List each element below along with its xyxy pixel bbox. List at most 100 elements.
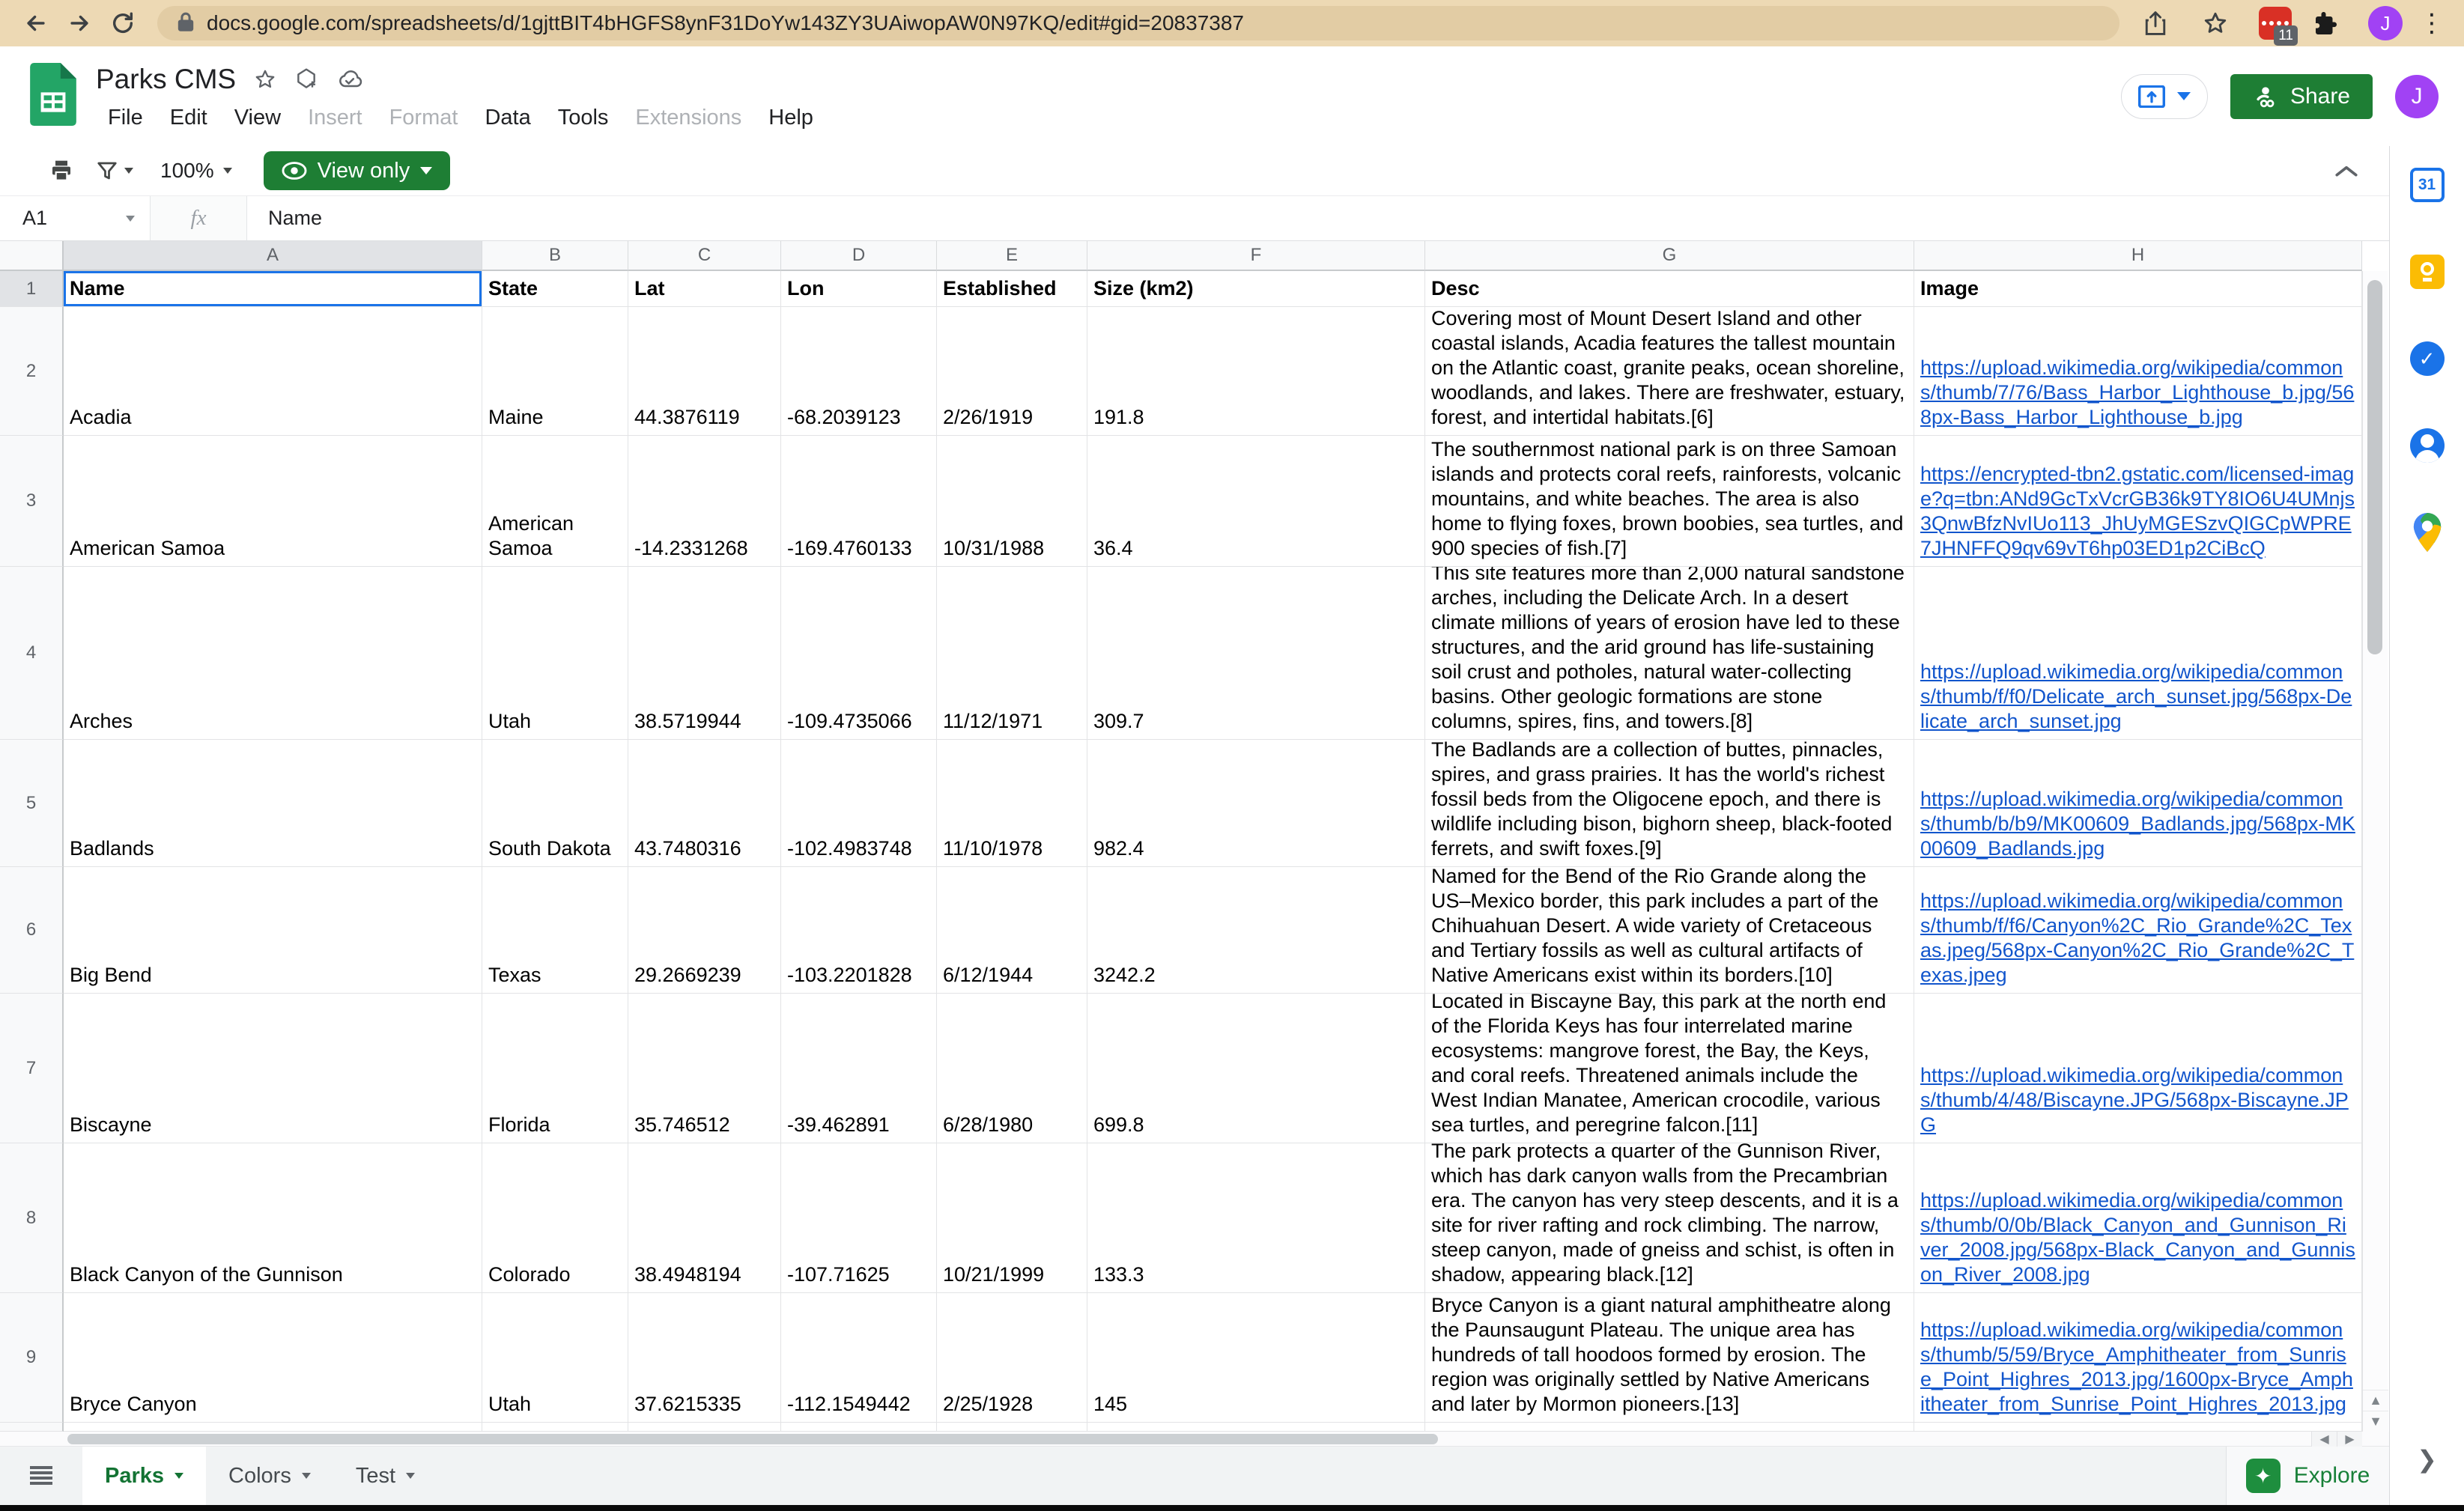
cell-lat-row5[interactable]: 43.7480316	[628, 740, 781, 867]
header-cell-established[interactable]: Established	[937, 271, 1087, 307]
cell-lon-row4[interactable]: -109.4735066	[781, 567, 937, 740]
cell-established-row2[interactable]: 2/26/1919	[937, 307, 1087, 436]
cell-established-row5[interactable]: 11/10/1978	[937, 740, 1087, 867]
cell-desc-row2[interactable]: Covering most of Mount Desert Island and…	[1425, 307, 1914, 436]
cell-size-row6[interactable]: 3242.2	[1087, 867, 1425, 994]
cell-lat-row6[interactable]: 29.2669239	[628, 867, 781, 994]
zoom-control[interactable]: 100%	[148, 159, 244, 183]
move-to-drive-icon[interactable]	[294, 67, 318, 91]
cell-state-row3[interactable]: American Samoa	[482, 436, 628, 567]
image-link[interactable]: https://encrypted-tbn2.gstatic.com/licen…	[1920, 462, 2355, 561]
cell-lon-row3[interactable]: -169.4760133	[781, 436, 937, 567]
cell-name-row8[interactable]: Black Canyon of the Gunnison	[64, 1143, 482, 1293]
row-number[interactable]: 4	[0, 567, 64, 740]
browser-back-icon[interactable]	[19, 7, 52, 40]
cell-state-row7[interactable]: Florida	[482, 994, 628, 1143]
header-cell-desc[interactable]: Desc	[1425, 271, 1914, 307]
vertical-scrollbar[interactable]: ▲ ▼	[2362, 271, 2388, 1432]
column-header-H[interactable]: H	[1914, 241, 2362, 271]
cell-name-row4[interactable]: Arches	[64, 567, 482, 740]
cell-name-row6[interactable]: Big Bend	[64, 867, 482, 994]
sheets-logo-icon[interactable]	[30, 63, 76, 130]
cell-lat-row2[interactable]: 44.3876119	[628, 307, 781, 436]
present-button[interactable]	[2121, 74, 2208, 119]
horizontal-scrollbar-thumb[interactable]	[67, 1434, 1438, 1444]
cell-name-row9[interactable]: Bryce Canyon	[64, 1293, 482, 1423]
image-link[interactable]: https://upload.wikimedia.org/wikipedia/c…	[1920, 1318, 2355, 1417]
cell-lon-row6[interactable]: -103.2201828	[781, 867, 937, 994]
cell-desc-row8[interactable]: The park protects a quarter of the Gunni…	[1425, 1143, 1914, 1293]
row-number[interactable]: 1	[0, 271, 64, 307]
cell-desc-row3[interactable]: The southernmost national park is on thr…	[1425, 436, 1914, 567]
browser-avatar[interactable]: J	[2368, 6, 2403, 40]
select-all-corner[interactable]	[0, 241, 64, 271]
account-avatar[interactable]: J	[2395, 75, 2439, 118]
cell-state-row4[interactable]: Utah	[482, 567, 628, 740]
cell-desc-row9[interactable]: Bryce Canyon is a giant natural amphithe…	[1425, 1293, 1914, 1423]
image-link[interactable]: https://upload.wikimedia.org/wikipedia/c…	[1920, 1188, 2355, 1287]
cell-lat-row4[interactable]: 38.5719944	[628, 567, 781, 740]
row-number[interactable]: 5	[0, 740, 64, 867]
menu-tools[interactable]: Tools	[546, 103, 621, 133]
sheet-tab-test[interactable]: Test	[333, 1447, 437, 1505]
explore-button[interactable]: ✦ Explore	[2226, 1447, 2389, 1505]
view-only-button[interactable]: View only	[264, 151, 451, 190]
column-header-D[interactable]: D	[781, 241, 937, 271]
menu-data[interactable]: Data	[473, 103, 542, 133]
contacts-icon[interactable]	[2409, 428, 2445, 463]
extension-icon[interactable]: 11	[2259, 7, 2292, 40]
document-title[interactable]: Parks CMS	[96, 64, 236, 95]
share-button[interactable]: Share	[2230, 74, 2373, 119]
cell-size-row8[interactable]: 133.3	[1087, 1143, 1425, 1293]
menu-file[interactable]: File	[96, 103, 155, 133]
hide-menus-chevron-icon[interactable]	[2326, 158, 2367, 183]
browser-menu-icon[interactable]: ⋮	[2419, 10, 2445, 36]
image-link[interactable]: https://upload.wikimedia.org/wikipedia/c…	[1920, 356, 2355, 430]
cell-desc-row6[interactable]: Named for the Bend of the Rio Grande alo…	[1425, 867, 1914, 994]
print-icon[interactable]	[42, 154, 81, 187]
cell-image-row7[interactable]: https://upload.wikimedia.org/wikipedia/c…	[1914, 994, 2362, 1143]
header-cell-name[interactable]: Name	[64, 271, 482, 307]
horizontal-scrollbar[interactable]: ◀ ▶	[0, 1432, 2389, 1447]
cell-lon-row7[interactable]: -39.462891	[781, 994, 937, 1143]
menu-view[interactable]: View	[222, 103, 293, 133]
cell-name-row2[interactable]: Acadia	[64, 307, 482, 436]
header-cell-lat[interactable]: Lat	[628, 271, 781, 307]
cell-name-row7[interactable]: Biscayne	[64, 994, 482, 1143]
row-number[interactable]: 3	[0, 436, 64, 567]
menu-edit[interactable]: Edit	[158, 103, 219, 133]
image-link[interactable]: https://upload.wikimedia.org/wikipedia/c…	[1920, 1063, 2355, 1137]
column-header-G[interactable]: G	[1425, 241, 1914, 271]
star-icon[interactable]	[254, 68, 276, 91]
menu-extensions[interactable]: Extensions	[623, 103, 753, 133]
cell-state-row9[interactable]: Utah	[482, 1293, 628, 1423]
vertical-scrollbar-thumb[interactable]	[2367, 280, 2382, 654]
cell-lon-row8[interactable]: -107.71625	[781, 1143, 937, 1293]
cell-lon-row9[interactable]: -112.1549442	[781, 1293, 937, 1423]
cell-desc-row5[interactable]: The Badlands are a collection of buttes,…	[1425, 740, 1914, 867]
cell-size-row2[interactable]: 191.8	[1087, 307, 1425, 436]
column-header-A[interactable]: A	[64, 241, 482, 271]
name-box[interactable]: A1	[0, 207, 150, 230]
row-number[interactable]: 6	[0, 867, 64, 994]
extensions-puzzle-icon[interactable]	[2308, 7, 2341, 40]
cloud-saved-icon[interactable]	[336, 68, 363, 91]
browser-reload-icon[interactable]	[106, 7, 139, 40]
cell-established-row6[interactable]: 6/12/1944	[937, 867, 1087, 994]
row-number[interactable]: 9	[0, 1293, 64, 1423]
filter-icon[interactable]	[88, 155, 141, 186]
calendar-icon[interactable]: 31	[2409, 167, 2445, 203]
scroll-right-icon[interactable]: ▶	[2337, 1432, 2362, 1447]
cell-size-row4[interactable]: 309.7	[1087, 567, 1425, 740]
column-header-B[interactable]: B	[482, 241, 628, 271]
cell-image-row5[interactable]: https://upload.wikimedia.org/wikipedia/c…	[1914, 740, 2362, 867]
row-number[interactable]	[0, 1423, 64, 1432]
cell-established-row8[interactable]: 10/21/1999	[937, 1143, 1087, 1293]
all-sheets-icon[interactable]	[0, 1447, 82, 1505]
cell-image-row2[interactable]: https://upload.wikimedia.org/wikipedia/c…	[1914, 307, 2362, 436]
sheet-tab-parks[interactable]: Parks	[82, 1447, 206, 1505]
column-header-F[interactable]: F	[1087, 241, 1425, 271]
cell-size-row5[interactable]: 982.4	[1087, 740, 1425, 867]
cell-size-row9[interactable]: 145	[1087, 1293, 1425, 1423]
row-number[interactable]: 2	[0, 307, 64, 436]
